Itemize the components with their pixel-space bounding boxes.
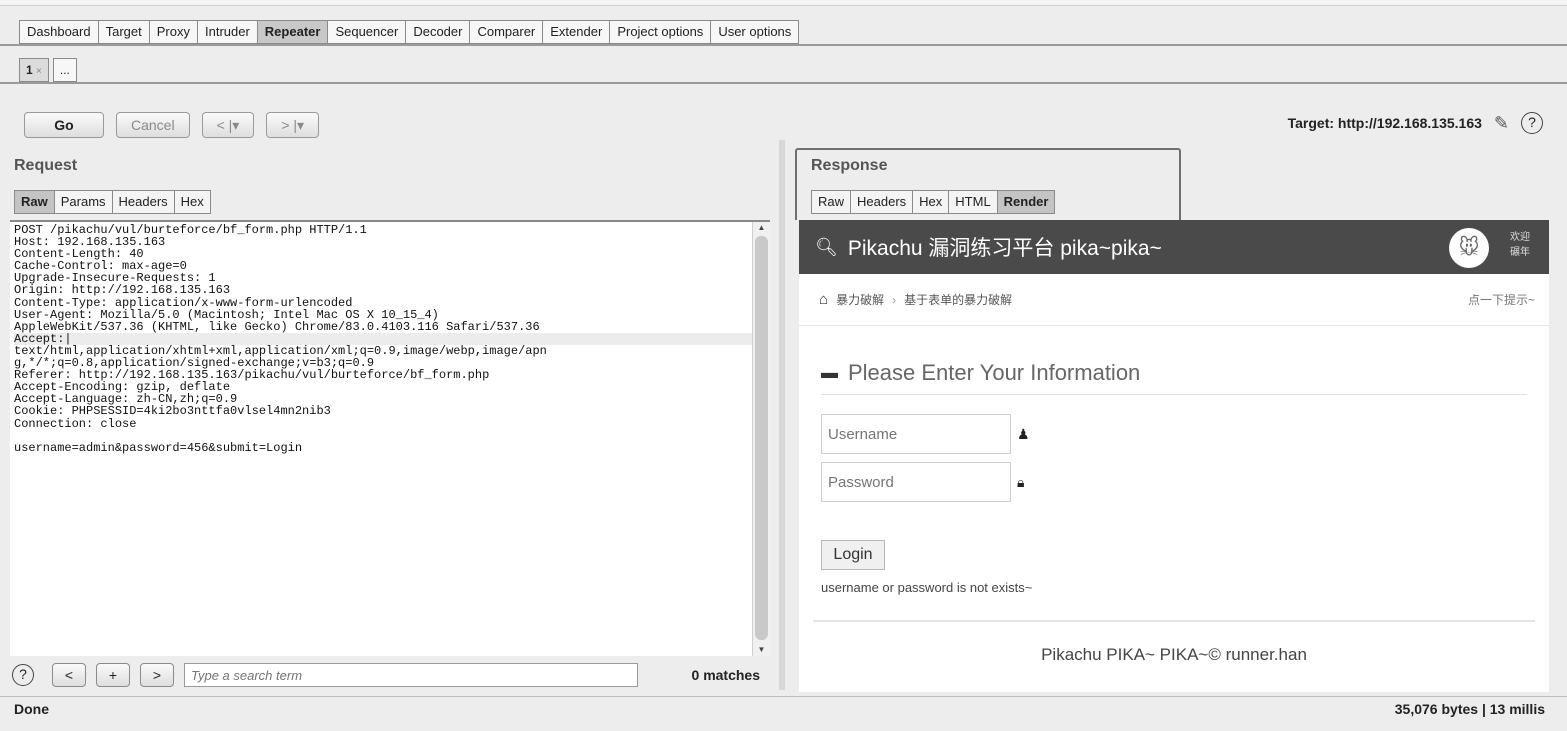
history-back-button[interactable]: < |▾ xyxy=(201,112,255,138)
scroll-up-icon[interactable]: ▲ xyxy=(753,222,770,234)
response-tab-bar: Raw Headers Hex HTML Render xyxy=(811,190,1056,214)
response-tab-render[interactable]: Render xyxy=(996,190,1056,214)
tab-dashboard[interactable]: Dashboard xyxy=(19,20,98,44)
scroll-down-icon[interactable]: ▼ xyxy=(753,644,770,656)
repeater-tab-label: 1 xyxy=(26,63,33,77)
search-add-button[interactable]: + xyxy=(96,663,130,687)
main-tabs-divider xyxy=(0,44,1567,46)
home-icon[interactable]: ⌂ xyxy=(819,291,828,308)
close-icon[interactable]: × xyxy=(36,66,42,77)
site-header: 🔍︎ Pikachu 漏洞练习平台 pika~pika~ 🐭︎ 欢迎 碾年 xyxy=(799,220,1549,274)
form-title-divider xyxy=(821,394,1527,395)
username-field[interactable] xyxy=(821,414,1011,454)
repeater-tab-bar: 1 × ... xyxy=(19,58,81,82)
hint-link[interactable]: 点一下提示~ xyxy=(1468,291,1535,308)
search-help-icon[interactable]: ? xyxy=(12,664,34,686)
request-text[interactable]: POST /pikachu/vul/burteforce/bf_form.php… xyxy=(10,222,770,456)
tab-project-options[interactable]: Project options xyxy=(609,20,711,44)
search-next-button[interactable]: > xyxy=(140,663,174,687)
tab-sequencer[interactable]: Sequencer xyxy=(327,20,406,44)
breadcrumb: ⌂ 暴力破解 › 基于表单的暴力破解 点一下提示~ xyxy=(799,274,1549,326)
response-render-view: 🔍︎ Pikachu 漏洞练习平台 pika~pika~ 🐭︎ 欢迎 碾年 ⌂ … xyxy=(799,220,1549,692)
site-title: Pikachu 漏洞练习平台 pika~pika~ xyxy=(847,237,1162,260)
request-tab-params[interactable]: Params xyxy=(53,190,112,214)
target-area: Target: http://192.168.135.163 ✎ ? xyxy=(1288,112,1543,134)
error-message: username or password is not exists~ xyxy=(821,580,1033,595)
request-tab-bar: Raw Params Headers Hex xyxy=(14,190,211,214)
repeater-tabs-divider xyxy=(0,82,1567,84)
search-bar: ? < + > 0 matches xyxy=(10,660,770,690)
pane-splitter[interactable] xyxy=(779,140,785,690)
search-matches: 0 matches xyxy=(691,667,760,683)
response-title: Response xyxy=(811,157,888,174)
welcome-text: 欢迎 碾年 xyxy=(1510,232,1530,258)
help-icon[interactable]: ? xyxy=(1521,112,1543,134)
response-tab-hex[interactable]: Hex xyxy=(912,190,949,214)
form-title-text: Please Enter Your Information xyxy=(848,360,1141,385)
tab-comparer[interactable]: Comparer xyxy=(469,20,543,44)
status-bar: Done 35,076 bytes | 13 millis xyxy=(0,696,1567,720)
key-icon: 🔍︎ xyxy=(815,236,838,257)
request-lines-before: POST /pikachu/vul/burteforce/bf_form.php… xyxy=(14,223,540,334)
history-forward-button[interactable]: > |▾ xyxy=(266,112,320,138)
response-size-timing: 35,076 bytes | 13 millis xyxy=(1394,700,1545,717)
target-label: Target: http://192.168.135.163 xyxy=(1287,115,1482,131)
avatar: 🐭︎ xyxy=(1449,228,1489,268)
form-title: ▬ Please Enter Your Information xyxy=(821,360,1140,386)
breadcrumb-separator: › xyxy=(892,292,897,307)
repeater-tab-1[interactable]: 1 × xyxy=(19,58,49,82)
keyboard-icon: ▬ xyxy=(821,363,838,382)
scroll-thumb[interactable] xyxy=(755,236,768,640)
response-tab-raw[interactable]: Raw xyxy=(811,190,851,214)
footer-divider xyxy=(813,620,1535,622)
tab-repeater[interactable]: Repeater xyxy=(256,20,328,44)
request-lines-after: text/html,application/xhtml+xml,applicat… xyxy=(14,343,547,455)
request-toolbar: Go Cancel < |▾ > |▾ xyxy=(24,112,320,138)
request-title: Request xyxy=(14,157,78,174)
window-top-edge xyxy=(0,0,1567,6)
user-icon: ♟ xyxy=(1017,426,1030,442)
request-editor[interactable]: POST /pikachu/vul/burteforce/bf_form.php… xyxy=(10,220,770,656)
site-footer: Pikachu PIKA~ PIKA~© runner.han xyxy=(1041,645,1307,664)
login-button[interactable]: Login xyxy=(821,540,885,570)
status-text: Done xyxy=(14,700,49,717)
request-tab-hex[interactable]: Hex xyxy=(173,190,211,214)
tab-target[interactable]: Target xyxy=(97,20,149,44)
breadcrumb-item-bruteforce[interactable]: 暴力破解 xyxy=(836,291,884,308)
search-prev-button[interactable]: < xyxy=(52,663,86,687)
request-scrollbar[interactable]: ▲ ▼ xyxy=(752,222,770,656)
cancel-button[interactable]: Cancel xyxy=(116,112,190,138)
request-tab-headers[interactable]: Headers xyxy=(111,190,174,214)
search-input[interactable] xyxy=(184,663,638,687)
response-tab-html[interactable]: HTML xyxy=(948,190,997,214)
response-tab-headers[interactable]: Headers xyxy=(850,190,913,214)
new-repeater-tab-button[interactable]: ... xyxy=(52,58,77,82)
tab-extender[interactable]: Extender xyxy=(542,20,610,44)
tab-intruder[interactable]: Intruder xyxy=(196,20,257,44)
request-tab-raw[interactable]: Raw xyxy=(14,190,54,214)
lock-icon: 🔒︎ xyxy=(1017,474,1025,490)
main-tab-bar: Dashboard Target Proxy Intruder Repeater… xyxy=(19,20,800,44)
breadcrumb-item-form: 基于表单的暴力破解 xyxy=(904,293,1013,307)
password-field[interactable] xyxy=(821,462,1011,502)
go-button[interactable]: Go xyxy=(24,112,104,138)
tab-user-options[interactable]: User options xyxy=(710,20,800,44)
edit-pencil-icon[interactable]: ✎ xyxy=(1494,113,1509,134)
tab-decoder[interactable]: Decoder xyxy=(405,20,470,44)
tab-proxy[interactable]: Proxy xyxy=(148,20,197,44)
